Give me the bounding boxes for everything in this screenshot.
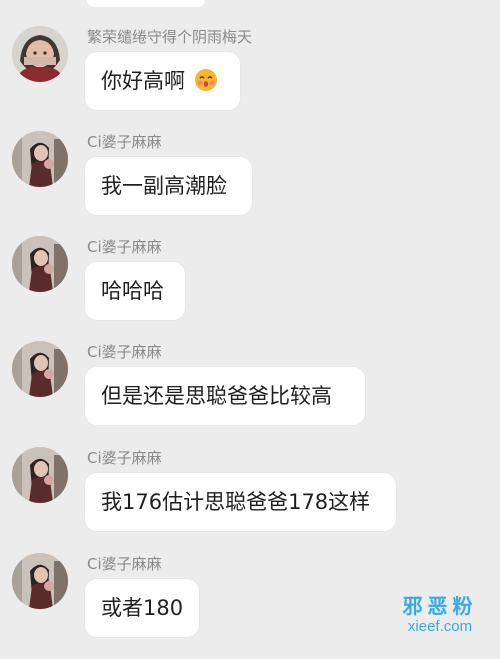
watermark-chinese: 邪恶粉 — [402, 596, 478, 618]
message-row: Ci婆子麻麻 但是还是思聪爸爸比较高 — [0, 341, 500, 447]
avatar-user-2-image — [12, 341, 68, 397]
watermark-url: xieef.com — [407, 618, 473, 635]
sender-name: Ci婆子麻麻 — [87, 343, 162, 361]
avatar-user-2-image — [12, 553, 68, 609]
message-row: Ci婆子麻麻 我176估计思聪爸爸178这样 — [0, 447, 500, 553]
message-bubble[interactable]: 我一副高潮脸 — [85, 157, 252, 215]
message-text: 哈哈哈 — [101, 279, 164, 303]
avatar[interactable] — [12, 341, 68, 397]
avatar[interactable] — [12, 447, 68, 503]
avatar-user-2-image — [12, 236, 68, 292]
message-text: 但是还是思聪爸爸比较高 — [101, 384, 332, 408]
message-bubble[interactable]: 我176估计思聪爸爸178这样 — [85, 473, 396, 531]
message-bubble[interactable]: 但是还是思聪爸爸比较高 — [85, 367, 365, 425]
message-row: Ci婆子麻麻 我一副高潮脸 — [0, 131, 500, 237]
sender-name: Ci婆子麻麻 — [87, 133, 162, 151]
message-text: 我176估计思聪爸爸178这样 — [101, 490, 371, 514]
avatar-user-2-image — [12, 131, 68, 187]
message-row: 繁荣缱绻守得个阴雨梅天 你好高啊 — [0, 26, 500, 132]
message-text: 我一副高潮脸 — [101, 174, 227, 198]
sender-name: Ci婆子麻麻 — [87, 555, 162, 573]
chat-thread: 繁荣缱绻守得个阴雨梅天 你好高啊 Ci婆子麻麻 我一副高潮脸 Ci婆子麻麻 哈哈… — [0, 0, 500, 642]
avatar-user-2-image — [12, 447, 68, 503]
avatar[interactable] — [12, 236, 68, 292]
message-bubble[interactable]: 哈哈哈 — [85, 262, 185, 320]
sender-name: Ci婆子麻麻 — [87, 238, 162, 256]
message-text: 你好高啊 — [101, 69, 185, 93]
watermark: 邪恶粉 xieef.com — [394, 596, 486, 636]
message-text: 或者180 — [101, 596, 184, 620]
message-bubble[interactable]: 或者180 — [85, 579, 199, 637]
sender-name: 繁荣缱绻守得个阴雨梅天 — [87, 28, 253, 46]
avatar[interactable] — [12, 131, 68, 187]
sender-name: Ci婆子麻麻 — [87, 449, 162, 467]
avatar[interactable] — [12, 26, 68, 82]
message-row: Ci婆子麻麻 哈哈哈 — [0, 236, 500, 342]
kiss-emoji-icon — [194, 69, 217, 91]
previous-message-bubble-fragment — [87, 0, 205, 7]
avatar[interactable] — [12, 553, 68, 609]
message-bubble[interactable]: 你好高啊 — [85, 52, 240, 110]
avatar-user-1-image — [12, 26, 68, 82]
